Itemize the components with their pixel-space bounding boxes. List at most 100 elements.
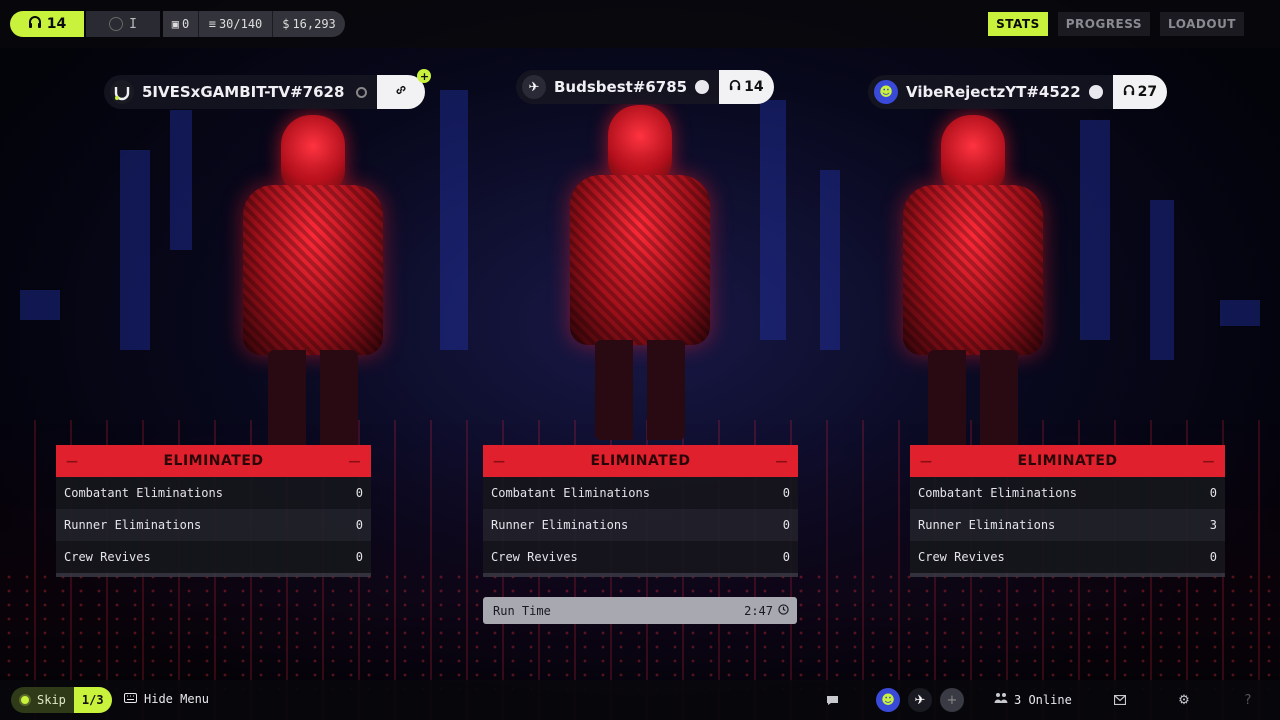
background-pixel-block <box>1220 300 1260 326</box>
status-label: ELIMINATED <box>590 453 691 469</box>
steam-icon <box>1088 85 1103 99</box>
player-level-badge: 14 <box>719 70 774 104</box>
stack-icon: ≡ <box>208 17 216 31</box>
skip-progress: 1/3 <box>73 687 112 713</box>
capacity-value: 30/140 <box>218 17 263 31</box>
stat-label: Combatant Eliminations <box>918 486 1077 500</box>
currency-group: ▣ 0 ≡ 30/140 $16,293 <box>163 11 345 37</box>
stat-value: 0 <box>1209 550 1217 564</box>
slot-chip[interactable]: I <box>86 11 160 37</box>
stat-value: 0 <box>1209 486 1217 500</box>
player-level-chip[interactable]: 14 <box>10 11 84 37</box>
character-torso <box>570 175 710 345</box>
player-avatar: ✈ <box>522 75 546 99</box>
stat-label: Runner Eliminations <box>491 518 629 532</box>
tab-loadout[interactable]: LOADOUT <box>1160 12 1244 36</box>
background-pixel-column <box>170 110 192 250</box>
headphone-icon <box>28 15 42 33</box>
stat-value: 0 <box>355 518 363 532</box>
neon-floor-dots <box>0 570 1280 690</box>
tab-stats[interactable]: STATS <box>988 12 1048 36</box>
header-dash-right: — <box>348 454 361 468</box>
online-counter[interactable]: 3 Online <box>994 692 1072 707</box>
character-head <box>608 105 672 183</box>
stat-label: Crew Revives <box>64 550 151 564</box>
status-label: ELIMINATED <box>163 453 264 469</box>
hide-menu-button[interactable]: Hide Menu <box>124 692 209 706</box>
background-pixel-column <box>440 90 468 350</box>
player-level-value: 14 <box>46 16 67 32</box>
player-tag-2[interactable]: ✈ Budsbest#6785 14 <box>516 70 774 104</box>
stat-row: Crew Revives 0 <box>910 541 1225 573</box>
online-label: 3 Online <box>1014 692 1072 707</box>
player-tag-name: 5IVESxGAMBIT-TV#7628 <box>104 75 378 109</box>
stat-label: Runner Eliminations <box>64 518 202 532</box>
capacity-counter: ≡ 30/140 <box>199 11 273 37</box>
stat-value: 0 <box>782 550 790 564</box>
character-head <box>941 115 1005 193</box>
crates-value: 0 <box>182 17 190 31</box>
player-tag-name: ✈ Budsbest#6785 <box>516 70 720 104</box>
header-dash-right: — <box>775 454 788 468</box>
tab-bar: STATS PROGRESS LOADOUT <box>988 12 1244 36</box>
invite-link-button[interactable]: + <box>377 69 432 109</box>
chat-icon[interactable] <box>822 690 842 710</box>
header-dash-left: — <box>66 454 79 468</box>
background-pixel-column <box>820 170 840 350</box>
player-name: VibeRejectzYT#4522 <box>906 83 1081 101</box>
background-pixel-column <box>1150 200 1174 360</box>
stat-row: Crew Revives 0 <box>56 541 371 573</box>
status-header: — ELIMINATED — <box>483 445 798 477</box>
stat-row: Combatant Eliminations 0 <box>910 477 1225 509</box>
run-time-label: Run Time <box>493 603 551 618</box>
character-head <box>281 115 345 193</box>
gear-icon[interactable]: ⚙ <box>1174 690 1194 710</box>
slot-circle-icon <box>109 17 124 31</box>
header-dash-right: — <box>1202 454 1215 468</box>
skip-button[interactable]: Skip 1/3 <box>11 687 112 713</box>
player-stats-panel-1: — ELIMINATED — Combatant Eliminations 0 R… <box>56 445 371 577</box>
player-tag-3[interactable]: ☻ VibeRejectzYT#4522 27 <box>868 75 1168 109</box>
help-icon[interactable]: ? <box>1238 690 1258 710</box>
add-party-member-icon[interactable]: + <box>940 688 964 712</box>
skip-label: Skip <box>37 693 66 707</box>
status-header: — ELIMINATED — <box>56 445 371 477</box>
stat-row: Runner Eliminations 3 <box>910 509 1225 541</box>
credits-counter: $16,293 <box>273 11 345 37</box>
player-level: 14 <box>744 79 764 95</box>
player-character-1 <box>228 115 398 450</box>
party-member-avatar[interactable]: ✈ <box>908 688 932 712</box>
player-level-badge: 27 <box>1112 75 1168 109</box>
tab-progress[interactable]: PROGRESS <box>1057 12 1151 36</box>
player-avatar <box>110 80 134 104</box>
panel-bottom-edge <box>910 573 1225 577</box>
run-time-bar: Run Time 2:47 <box>483 597 797 624</box>
player-tag-name: ☻ VibeRejectzYT#4522 <box>868 75 1113 109</box>
player-stats-panel-2: — ELIMINATED — Combatant Eliminations 0 R… <box>483 445 798 577</box>
stat-value: 0 <box>355 486 363 500</box>
status-dot-icon <box>356 86 368 98</box>
party-member-avatar[interactable]: ☻ <box>876 688 900 712</box>
slot-label: I <box>129 16 137 32</box>
header-dash-left: — <box>493 454 506 468</box>
player-name: 5IVESxGAMBIT-TV#7628 <box>142 83 345 101</box>
stat-value: 0 <box>782 486 790 500</box>
stat-label: Combatant Eliminations <box>64 486 223 500</box>
stat-rows: Combatant Eliminations 0 Runner Eliminati… <box>483 477 798 573</box>
mail-icon[interactable] <box>1110 690 1130 710</box>
group-icon <box>994 692 1008 707</box>
stat-rows: Combatant Eliminations 0 Runner Eliminati… <box>56 477 371 573</box>
hide-menu-label: Hide Menu <box>144 692 210 706</box>
player-character-2 <box>555 105 725 440</box>
background-pixel-column <box>120 150 150 350</box>
credits-icon: $ <box>282 17 290 31</box>
character-torso <box>903 185 1043 355</box>
player-name: Budsbest#6785 <box>554 78 688 96</box>
status-header: — ELIMINATED — <box>910 445 1225 477</box>
stat-label: Runner Eliminations <box>918 518 1056 532</box>
clock-icon <box>778 603 789 618</box>
player-tag-1[interactable]: 5IVESxGAMBIT-TV#7628 + <box>104 69 432 109</box>
background-pixel-column <box>760 100 786 340</box>
top-bar: 14 I ▣ 0 ≡ 30/140 $16,293 STATS PROGRESS L… <box>0 0 1280 48</box>
crates-counter: ▣ 0 <box>163 11 199 37</box>
